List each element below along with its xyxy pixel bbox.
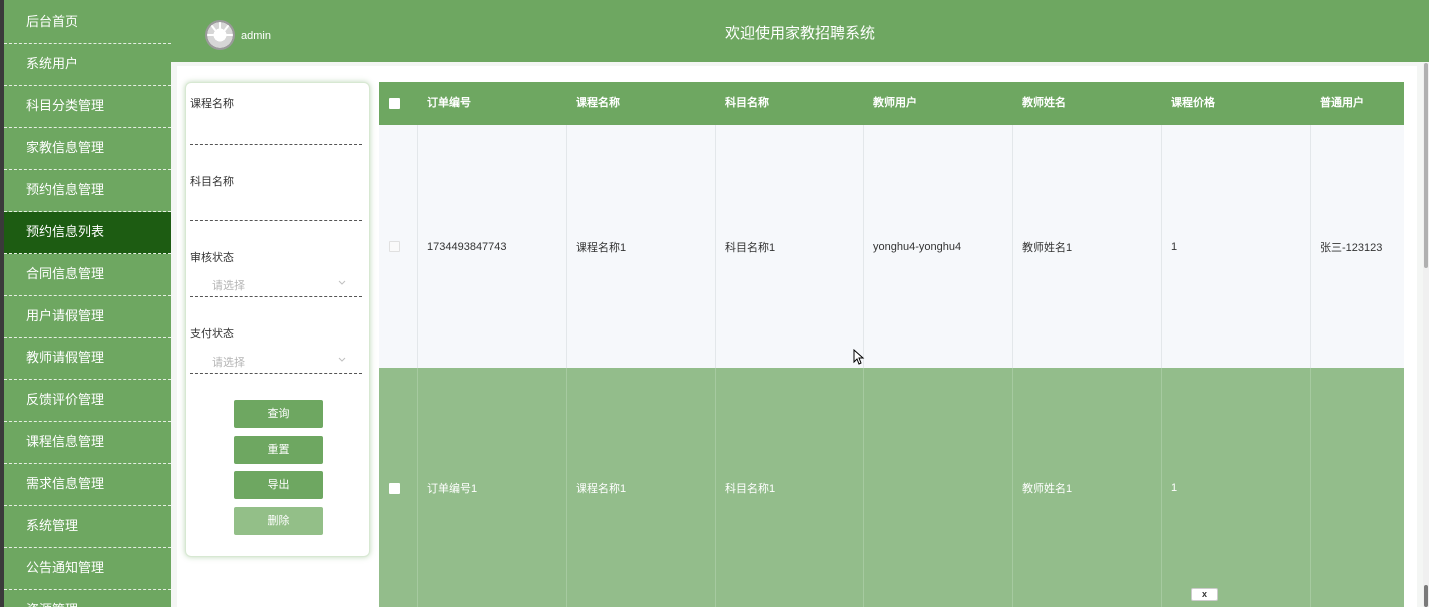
reset-button[interactable]: 重置: [234, 436, 323, 464]
cell-subject-name: 科目名称1: [725, 241, 776, 254]
top-bar: admin 欢迎使用家教招聘系统: [171, 0, 1429, 62]
sidebar-item-system-users[interactable]: 系统用户: [4, 44, 171, 86]
column-header-order-no[interactable]: 订单编号: [417, 82, 566, 125]
sidebar-item-feedback[interactable]: 反馈评价管理: [4, 380, 171, 422]
cell-course-name: 课程名称1: [576, 241, 627, 254]
sidebar-item-course[interactable]: 课程信息管理: [4, 422, 171, 464]
column-header-course-name[interactable]: 课程名称: [566, 82, 715, 125]
subject-name-label: 科目名称: [190, 176, 234, 188]
column-header-subject-name[interactable]: 科目名称: [715, 82, 863, 125]
review-status-label: 审核状态: [190, 252, 234, 264]
query-button[interactable]: 查询: [234, 400, 323, 428]
cell-normal-user: [1310, 368, 1404, 607]
select-all-cell: [379, 82, 417, 125]
sidebar-item-demand[interactable]: 需求信息管理: [4, 464, 171, 506]
row-checkbox[interactable]: [389, 241, 400, 252]
column-header-normal-user[interactable]: 普通用户: [1310, 82, 1404, 125]
sidebar-item-teacher-leave[interactable]: 教师请假管理: [4, 338, 171, 380]
sidebar-item-resource[interactable]: 资源管理: [4, 590, 171, 607]
cell-normal-user: 张三-123123: [1320, 241, 1383, 254]
cell-teacher-name: 教师姓名1: [1022, 241, 1073, 254]
sidebar-item-subject-category[interactable]: 科目分类管理: [4, 86, 171, 128]
export-button[interactable]: 导出: [234, 471, 323, 499]
pay-status-underline: [190, 373, 362, 374]
page-title: 欢迎使用家教招聘系统: [724, 25, 875, 42]
cell-order-no: 订单编号1: [427, 483, 478, 495]
vertical-scrollbar[interactable]: [1423, 63, 1429, 607]
sidebar: 后台首页 系统用户 科目分类管理 家教信息管理 预约信息管理 预约信息列表 合同…: [4, 0, 171, 607]
row-checkbox[interactable]: [389, 482, 400, 494]
review-status-underline: [190, 296, 362, 297]
review-status-select[interactable]: 请选择: [212, 277, 245, 293]
sidebar-item-notice[interactable]: 公告通知管理: [4, 548, 171, 590]
course-name-input[interactable]: [190, 144, 362, 145]
column-header-teacher-user[interactable]: 教师用户: [863, 82, 1012, 125]
close-button[interactable]: x: [1191, 588, 1218, 601]
scrollbar-thumb[interactable]: [1424, 63, 1428, 268]
cell-teacher-user: yonghu4-yonghu4: [873, 240, 962, 253]
cell-course-price: 1: [1171, 240, 1178, 253]
sidebar-item-home[interactable]: 后台首页: [4, 0, 171, 44]
cell-teacher-name: 教师姓名1: [1022, 483, 1073, 495]
sidebar-item-contract[interactable]: 合同信息管理: [4, 254, 171, 296]
column-header-teacher-name[interactable]: 教师姓名: [1012, 82, 1161, 125]
column-header-course-price[interactable]: 课程价格: [1161, 82, 1310, 125]
filter-panel: 课程名称 科目名称 审核状态 请选择 支付状态 请选择 查询 重置 导出 删除: [185, 82, 370, 557]
table-row[interactable]: 1734493847743 课程名称1 科目名称1 yonghu4-yonghu…: [379, 125, 1404, 368]
row-select-cell: [379, 368, 417, 607]
sidebar-item-system-manage[interactable]: 系统管理: [4, 506, 171, 548]
delete-button[interactable]: 删除: [234, 507, 323, 535]
chevron-down-icon: [338, 280, 346, 285]
cell-subject-name: 科目名称1: [725, 483, 776, 495]
sidebar-item-appointment-manage[interactable]: 预约信息管理: [4, 170, 171, 212]
sidebar-item-user-leave[interactable]: 用户请假管理: [4, 296, 171, 338]
sidebar-item-tutor-info[interactable]: 家教信息管理: [4, 128, 171, 170]
select-all-checkbox[interactable]: [389, 98, 400, 109]
cell-course-name: 课程名称1: [576, 483, 627, 495]
subject-name-input[interactable]: [190, 220, 362, 221]
course-name-label: 课程名称: [190, 98, 234, 110]
pay-status-select[interactable]: 请选择: [212, 354, 245, 370]
row-select-cell: [379, 125, 417, 368]
chevron-down-icon: [338, 357, 346, 362]
sidebar-item-appointment-list[interactable]: 预约信息列表: [4, 212, 171, 254]
table-row-highlighted[interactable]: 订单编号1 课程名称1 科目名称1 教师姓名1 1: [379, 368, 1404, 607]
scrollbar-thumb-secondary[interactable]: [1424, 585, 1428, 607]
cell-teacher-user: [863, 368, 1012, 607]
mouse-cursor-icon: [853, 349, 865, 365]
pay-status-label: 支付状态: [190, 328, 234, 340]
cell-course-price: 1: [1171, 482, 1178, 494]
cell-order-no: 1734493847743: [427, 240, 507, 253]
table-header: 订单编号 课程名称 科目名称 教师用户 教师姓名 课程价格 普通用户: [379, 82, 1404, 125]
